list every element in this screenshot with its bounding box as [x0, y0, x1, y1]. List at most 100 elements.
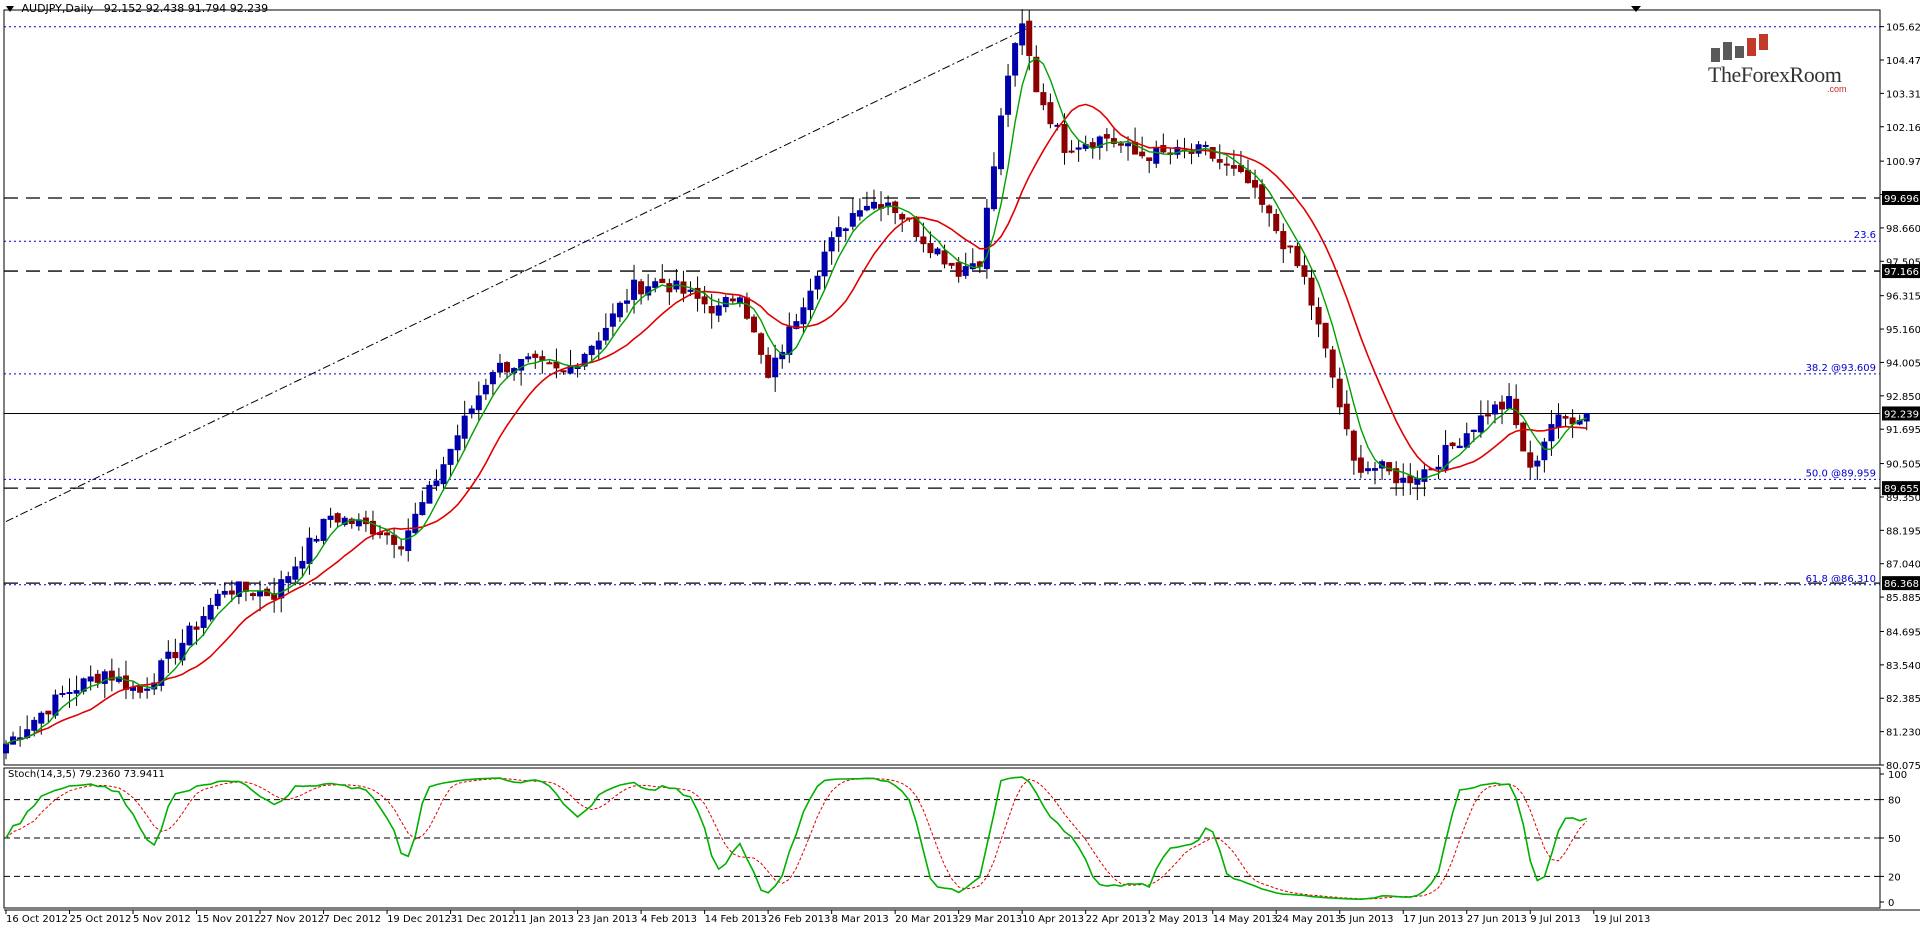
price-tick-label: 83.540: [1886, 661, 1920, 672]
bull-candle: [1456, 445, 1463, 449]
time-tick-label: 25 Oct 2012: [70, 914, 132, 925]
bull-candle: [285, 576, 292, 583]
bull-candle: [1153, 147, 1160, 164]
bear-candle: [1343, 403, 1350, 430]
fib-level-label: 50.0 @89.959: [1806, 468, 1876, 479]
bear-candle: [920, 236, 927, 245]
bear-candle: [1350, 430, 1357, 461]
bull-candle: [623, 300, 630, 304]
bull-candle: [807, 290, 814, 311]
bull-candle: [715, 305, 722, 316]
bear-candle: [1336, 378, 1343, 408]
price-tick-label: 105.625: [1886, 23, 1920, 34]
bear-candle: [1209, 147, 1216, 159]
bull-candle: [595, 340, 602, 350]
bull-candle: [1414, 478, 1421, 485]
bear-candle: [1252, 179, 1259, 188]
bear-candle: [504, 362, 511, 373]
bear-candle: [758, 333, 765, 355]
bear-candle: [334, 513, 341, 523]
bull-candle: [1583, 412, 1590, 422]
price-tick-label: 102.160: [1886, 123, 1920, 134]
stoch-values: 79.2360 73.9411: [79, 769, 165, 780]
bull-candle: [482, 384, 489, 395]
bull-candle: [1477, 415, 1484, 433]
time-tick-label: 15 Nov 2012: [197, 914, 261, 925]
bull-candle: [1005, 75, 1012, 115]
bull-candle: [327, 515, 334, 520]
price-tick-label: 90.505: [1886, 460, 1920, 471]
bear-candle: [1308, 277, 1315, 306]
bear-candle: [1230, 165, 1237, 169]
bear-candle: [532, 353, 539, 358]
bear-candle: [1407, 475, 1414, 484]
time-tick-label: 5 Nov 2012: [133, 914, 191, 925]
time-tick-label: 29 Mar 2013: [959, 914, 1022, 925]
bear-candle: [193, 626, 200, 630]
bull-candle: [447, 448, 454, 465]
bear-candle: [553, 361, 560, 369]
bear-candle: [1287, 245, 1294, 248]
bear-candle: [765, 354, 772, 378]
bull-candle: [1534, 460, 1541, 467]
bear-candle: [638, 281, 645, 295]
time-tick-label: 9 Jul 2013: [1530, 914, 1580, 925]
time-tick-label: 14 May 2013: [1213, 914, 1278, 925]
bull-candle: [3, 743, 9, 754]
time-tick-label: 24 May 2013: [1276, 914, 1341, 925]
chart-window[interactable]: AUDJPY,Daily 92.152 92.438 91.794 92.239…: [0, 0, 1920, 929]
bull-candle: [320, 518, 327, 541]
time-tick-label: 27 Jun 2013: [1467, 914, 1527, 925]
bear-candle: [1329, 349, 1336, 378]
bull-candle: [73, 690, 80, 694]
bull-candle: [313, 538, 320, 542]
bear-candle: [122, 675, 129, 690]
bear-candle: [398, 546, 405, 550]
bull-candle: [454, 435, 461, 451]
bull-candle: [631, 279, 638, 300]
bear-candle: [1139, 151, 1146, 157]
time-tick-label: 7 Dec 2012: [324, 914, 382, 925]
price-tick-label: 92.850: [1886, 392, 1920, 403]
fib-level-label: 38.2 @93.609: [1806, 363, 1876, 374]
bear-candle: [1527, 452, 1534, 468]
bear-candle: [1449, 442, 1456, 447]
price-chart[interactable]: 105.625104.470103.315102.160100.97099.81…: [0, 0, 1920, 929]
bull-candle: [856, 210, 863, 217]
bull-candle: [426, 484, 433, 504]
bull-candle: [588, 345, 595, 356]
bear-candle: [1040, 92, 1047, 106]
bull-candle: [299, 560, 306, 569]
bull-candle: [489, 372, 496, 385]
bull-candle: [1491, 404, 1498, 415]
bear-candle: [1280, 231, 1287, 250]
bear-candle: [701, 296, 708, 305]
time-tick-label: 11 Jan 2013: [514, 914, 574, 925]
fib-level-label: 23.6: [1854, 230, 1876, 241]
time-tick-label: 14 Feb 2013: [705, 914, 767, 925]
bull-candle: [1470, 429, 1477, 432]
bear-candle: [941, 250, 948, 265]
time-tick-label: 23 Jan 2013: [578, 914, 638, 925]
bear-candle: [249, 593, 256, 597]
time-tick-label: 27 Nov 2012: [260, 914, 324, 925]
stoch-tick-label: 20: [1888, 872, 1901, 883]
stoch-tick-label: 50: [1888, 834, 1901, 845]
time-tick-label: 19 Jul 2013: [1594, 914, 1651, 925]
bull-candle: [1012, 43, 1019, 76]
time-axis: 16 Oct 2012 25 Oct 2012 5 Nov 2012 15 Nov 2…: [5, 910, 1651, 925]
price-tick-label: 95.160: [1886, 325, 1920, 336]
price-tick-label: 94.005: [1886, 358, 1920, 369]
bull-candle: [616, 302, 623, 318]
bull-candle: [1548, 424, 1555, 442]
bear-candle: [751, 316, 758, 333]
bull-candle: [849, 213, 856, 227]
bear-candle: [137, 686, 144, 693]
bull-candle: [835, 227, 842, 237]
time-tick-label: 17 Jun 2013: [1403, 914, 1463, 925]
bull-candle: [1202, 144, 1209, 147]
price-axis: 105.625104.470103.315102.160100.97099.81…: [1880, 23, 1920, 772]
bull-candle: [772, 357, 779, 378]
bull-candle: [306, 537, 313, 564]
bear-candle: [1259, 184, 1266, 205]
